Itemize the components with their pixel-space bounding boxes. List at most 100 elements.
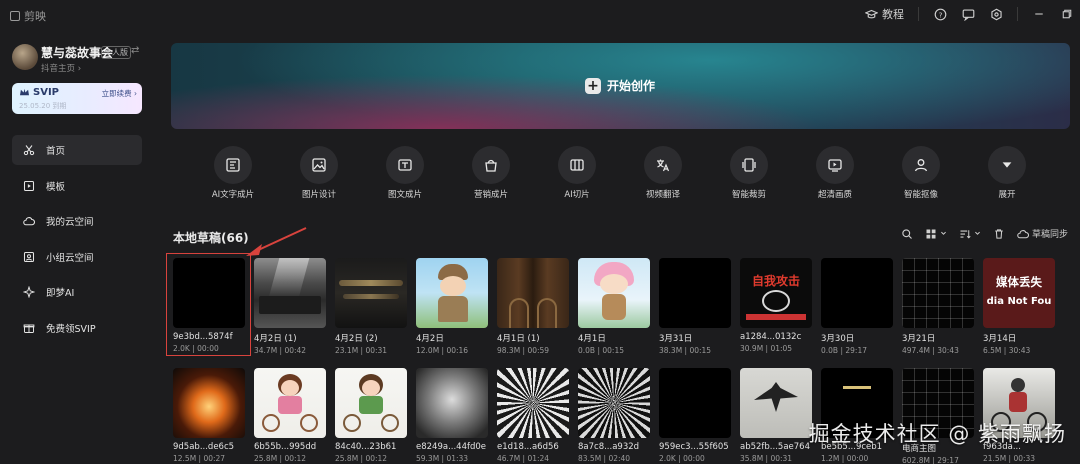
draft-card[interactable]: be5b5...9ceb1 1.2M | 00:00 <box>821 368 893 463</box>
draft-card[interactable]: 电商主图 602.8M | 29:17 <box>902 368 974 464</box>
svg-text:?: ? <box>938 10 942 19</box>
trash-icon[interactable] <box>993 228 1005 240</box>
svip-card[interactable]: SVIP 25.05.20 到期 立即续费 › <box>12 83 142 114</box>
draft-meta: 38.3M | 00:15 <box>659 346 712 355</box>
draft-card[interactable]: 媒体丢失 dia Not Fou 3月14日 6.5M | 30:43 <box>983 258 1055 355</box>
draft-card[interactable]: 4月2日 (1) 34.7M | 00:42 <box>254 258 326 355</box>
draft-name: 3月30日 <box>821 334 855 344</box>
tool-smart-crop[interactable]: 智能裁剪 <box>714 146 784 200</box>
help-icon[interactable]: ? <box>933 7 947 21</box>
sidebar-item-jimeng-ai[interactable]: 即梦AI <box>12 277 142 307</box>
draft-thumbnail[interactable]: 自我攻击 <box>740 258 812 328</box>
draft-card[interactable]: 9d5ab...de6c5 12.5M | 00:27 <box>173 368 245 463</box>
draft-name: 959ec3...55f605 <box>659 442 729 452</box>
draft-name: e1d18...a6d56 <box>497 442 559 452</box>
template-icon <box>23 180 35 192</box>
plus-icon: + <box>585 77 601 94</box>
draft-thumbnail[interactable] <box>659 368 731 438</box>
svip-renew-button[interactable]: 立即续费 › <box>102 88 137 99</box>
draft-card[interactable]: 3月21日 497.4M | 30:43 <box>902 258 974 355</box>
draft-thumbnail[interactable] <box>416 258 488 328</box>
draft-card[interactable]: e1d18...a6d56 46.7M | 01:24 <box>497 368 569 463</box>
tool-smart-matting[interactable]: 智能抠像 <box>886 146 956 200</box>
tool-label: 超清画质 <box>817 190 852 200</box>
draft-thumbnail[interactable] <box>173 368 245 438</box>
draft-card[interactable]: 3月31日 38.3M | 00:15 <box>659 258 731 355</box>
sidebar-item-free-svip[interactable]: 免费领SVIP <box>12 313 142 343</box>
capcut-logo-icon <box>10 11 20 21</box>
tool-label: AI切片 <box>564 190 590 200</box>
ai-text-video-icon <box>214 146 252 184</box>
grid-view-icon[interactable] <box>925 228 947 240</box>
sidebar-item-label: 首页 <box>46 146 66 157</box>
draft-card[interactable]: 8a7c8...a932d 83.5M | 02:40 <box>578 368 650 463</box>
sidebar-item-my-cloud[interactable]: 我的云空间 <box>12 206 142 236</box>
tool-ai-text-video[interactable]: AI文字成片 <box>198 146 268 200</box>
draft-name: 4月1日 <box>578 334 606 344</box>
sidebar-nav: 首页 模板 我的云空间 小组云空间 即梦AI 免费领SVIP <box>12 135 142 348</box>
tool-ai-slice[interactable]: AI切片 <box>542 146 612 200</box>
svip-label: SVIP <box>19 87 59 98</box>
team-space-icon <box>23 251 35 263</box>
draft-thumbnail[interactable] <box>254 258 326 328</box>
draft-card[interactable]: 3月30日 0.0B | 29:17 <box>821 258 893 355</box>
draft-thumbnail[interactable] <box>821 258 893 328</box>
switch-account-icon[interactable]: ⇄ <box>131 45 139 56</box>
draft-card[interactable]: 自我攻击 a1284...0132c 30.9M | 01:05 <box>740 258 812 353</box>
sidebar-item-templates[interactable]: 模板 <box>12 171 142 201</box>
draft-thumbnail[interactable] <box>578 368 650 438</box>
tool-hd-quality[interactable]: 超清画质 <box>800 146 870 200</box>
draft-sync-button[interactable]: 草稿同步 <box>1017 227 1068 240</box>
draft-card[interactable]: 6b55b...995dd 25.8M | 00:12 <box>254 368 326 463</box>
draft-thumbnail[interactable] <box>254 368 326 438</box>
draft-thumbnail[interactable] <box>578 258 650 328</box>
draft-thumbnail[interactable] <box>335 258 407 328</box>
draft-thumbnail[interactable] <box>416 368 488 438</box>
draft-card[interactable]: 4月2日 12.0M | 00:16 <box>416 258 488 355</box>
tutorial-button[interactable]: 教程 <box>864 6 904 22</box>
sidebar-item-home[interactable]: 首页 <box>12 135 142 165</box>
draft-card[interactable]: e8249a...44fd0e 59.3M | 01:33 <box>416 368 488 463</box>
draft-thumbnail[interactable] <box>659 258 731 328</box>
draft-thumbnail[interactable] <box>902 258 974 328</box>
search-icon[interactable] <box>901 228 913 240</box>
draft-meta: 98.3M | 00:59 <box>497 346 550 355</box>
sort-icon[interactable] <box>959 228 981 240</box>
draft-thumbnail[interactable]: 媒体丢失 dia Not Fou <box>983 258 1055 328</box>
draft-card[interactable]: 4月1日 (1) 98.3M | 00:59 <box>497 258 569 355</box>
draft-meta: 0.0B | 29:17 <box>821 346 867 355</box>
draft-card[interactable]: 4月2日 (2) 23.1M | 00:31 <box>335 258 407 355</box>
tool-expand[interactable]: 展开 <box>972 146 1042 200</box>
minimize-icon[interactable] <box>1032 7 1046 21</box>
image-text-video-icon <box>386 146 424 184</box>
draft-thumbnail[interactable] <box>335 368 407 438</box>
sidebar-item-team-cloud[interactable]: 小组云空间 <box>12 242 142 272</box>
tool-video-translate[interactable]: 视频翻译 <box>628 146 698 200</box>
draft-card[interactable]: f963da... 21.5M | 00:33 <box>983 368 1055 463</box>
tool-image-text-video[interactable]: 图文成片 <box>370 146 440 200</box>
draft-thumbnail[interactable] <box>497 368 569 438</box>
draft-card[interactable]: 959ec3...55f605 2.0K | 00:00 <box>659 368 731 463</box>
tool-marketing-video[interactable]: 营销成片 <box>456 146 526 200</box>
tool-image-design[interactable]: 图片设计 <box>284 146 354 200</box>
restore-window-icon[interactable] <box>1060 7 1074 21</box>
draft-meta: 34.7M | 00:42 <box>254 346 307 355</box>
draft-name: 9d5ab...de6c5 <box>173 442 235 452</box>
avatar[interactable] <box>12 44 38 70</box>
settings-gear-icon[interactable] <box>989 7 1003 21</box>
draft-card[interactable]: 4月1日 0.0B | 00:15 <box>578 258 650 355</box>
draft-thumbnail[interactable] <box>740 368 812 438</box>
sidebar-item-label: 免费领SVIP <box>46 323 96 335</box>
douyin-homepage-link[interactable]: 抖音主页 › <box>41 62 81 74</box>
divider <box>918 7 919 21</box>
draft-card[interactable]: 84c40...23b61 25.8M | 00:12 <box>335 368 407 463</box>
draft-name: 4月2日 (1) <box>254 334 297 344</box>
profile-card[interactable]: 慧与蕊故事会 个人版 ⇄ 抖音主页 › <box>12 44 148 76</box>
draft-card[interactable]: ab52fb...5ae764 35.8M | 00:31 <box>740 368 812 463</box>
draft-thumbnail[interactable] <box>497 258 569 328</box>
start-creating-button[interactable]: + 开始创作 <box>585 77 655 94</box>
message-icon[interactable] <box>961 7 975 21</box>
media-missing-text: 媒体丢失 <box>996 275 1042 289</box>
app-logo: 剪映 <box>10 8 46 24</box>
local-drafts-title: 本地草稿(66) <box>173 231 249 245</box>
